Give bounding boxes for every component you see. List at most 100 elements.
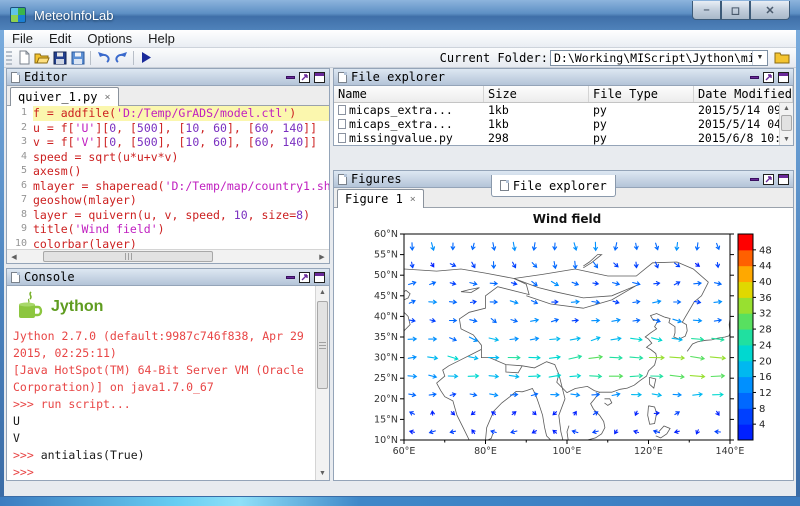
maximize-button[interactable]: ◻ (721, 1, 750, 20)
code-line[interactable]: 1f = addfile('D:/Temp/GrADS/model.ctl') (7, 106, 329, 121)
panel-maximize-icon[interactable] (778, 174, 789, 185)
editor-tab[interactable]: quiver_1.py × (10, 87, 119, 106)
file-explorer-panel-title: File explorer (351, 70, 750, 84)
scrollbar-thumb[interactable] (317, 301, 328, 389)
console-panel: Console Jython Jython 2.7.0 (default:998… (6, 268, 330, 481)
scrollbar-thumb[interactable] (43, 251, 213, 262)
svg-text:55°N: 55°N (374, 250, 398, 261)
panel-float-icon[interactable] (763, 174, 774, 185)
window-title: MeteoInfoLab (34, 8, 114, 23)
current-folder-combobox[interactable]: D:\Working\MIScript\Jython\mis ▼ (550, 50, 768, 66)
code-line[interactable]: 3v = f['V'][0, [500], [10, 60], [60, 140… (7, 135, 329, 150)
column-size[interactable]: Size (484, 86, 589, 102)
svg-text:60°N: 60°N (374, 229, 398, 240)
minimize-button[interactable]: – (692, 1, 721, 20)
document-icon (500, 180, 509, 191)
jython-cup-icon (15, 290, 45, 324)
console-output[interactable]: Jython Jython 2.7.0 (default:9987c746f83… (7, 286, 329, 480)
panel-minimize-icon[interactable] (286, 76, 295, 79)
editor-horizontal-scrollbar[interactable]: ◀ ▶ (7, 249, 329, 263)
tab-file-explorer[interactable]: File explorer (491, 175, 616, 197)
panel-float-icon[interactable] (299, 72, 310, 83)
console-line: V (13, 430, 323, 447)
figure-1-tab[interactable]: Figure 1 × (337, 189, 424, 208)
code-line[interactable]: 8layer = quivern(u, v, speed, 10, size=8… (7, 208, 329, 223)
svg-text:100°E: 100°E (553, 446, 582, 457)
tab-close-icon[interactable]: × (410, 194, 416, 205)
table-row[interactable]: missingvalue.py298py2015/6/8 10:06 (334, 131, 793, 145)
svg-text:10°N: 10°N (374, 435, 398, 446)
document-icon (11, 72, 20, 83)
close-button[interactable]: ✕ (750, 1, 790, 20)
save-as-icon[interactable] (69, 50, 87, 66)
column-date-modified[interactable]: Date Modified (694, 86, 793, 102)
code-line[interactable]: 6mlayer = shaperead('D:/Temp/map/country… (7, 179, 329, 194)
svg-text:24: 24 (759, 340, 772, 351)
code-line[interactable]: 7geoshow(mlayer) (7, 193, 329, 208)
redo-icon[interactable] (112, 50, 130, 66)
column-file-type[interactable]: File Type (589, 86, 694, 102)
scroll-up-icon[interactable]: ▲ (780, 103, 794, 114)
svg-text:8: 8 (759, 404, 765, 415)
code-line[interactable]: 9title('Wind field') (7, 222, 329, 237)
svg-text:48: 48 (759, 245, 772, 256)
new-file-icon[interactable] (15, 50, 33, 66)
scroll-right-icon[interactable]: ▶ (315, 250, 329, 263)
open-file-icon[interactable] (33, 50, 51, 66)
code-line[interactable]: 2u = f['U'][0, [500], [10, 60], [60, 140… (7, 121, 329, 136)
file-icon (338, 105, 346, 115)
file-table-scrollbar[interactable]: ▲ ▼ (779, 103, 793, 145)
column-name[interactable]: Name (334, 86, 484, 102)
scroll-up-icon[interactable]: ▲ (316, 286, 330, 299)
panel-maximize-icon[interactable] (778, 72, 789, 83)
toolbar: Current Folder: D:\Working\MIScript\Jyth… (4, 48, 796, 68)
svg-text:120°E: 120°E (634, 446, 663, 457)
browse-folder-button[interactable] (772, 50, 792, 66)
file-explorer-panel: File explorer Name Size File Type Date M… (333, 68, 794, 146)
svg-text:35°N: 35°N (374, 332, 398, 343)
figures-panel: Figures Figure 1 × Wind field10°N15°N20°… (333, 170, 794, 481)
svg-text:32: 32 (759, 309, 772, 320)
scroll-left-icon[interactable]: ◀ (7, 250, 21, 263)
code-editor[interactable]: 1f = addfile('D:/Temp/GrADS/model.ctl')2… (7, 106, 329, 252)
panel-minimize-icon[interactable] (286, 276, 295, 279)
svg-text:50°N: 50°N (374, 270, 398, 281)
menu-file[interactable]: File (4, 31, 41, 46)
scrollbar-thumb[interactable] (781, 115, 792, 131)
panel-maximize-icon[interactable] (314, 72, 325, 83)
code-line[interactable]: 5axesm() (7, 164, 329, 179)
tab-close-icon[interactable]: × (104, 92, 110, 103)
panel-maximize-icon[interactable] (314, 272, 325, 283)
code-line[interactable]: 4speed = sqrt(u*u+v*v) (7, 150, 329, 165)
document-icon (11, 272, 20, 283)
panel-minimize-icon[interactable] (750, 178, 759, 181)
app-icon (10, 7, 26, 23)
console-vertical-scrollbar[interactable]: ▲ ▼ (315, 286, 329, 480)
console-line: Jython 2.7.0 (default:9987c746f838, Apr … (13, 328, 323, 345)
svg-text:80°E: 80°E (474, 446, 497, 457)
menu-help[interactable]: Help (140, 31, 183, 46)
svg-text:36: 36 (759, 293, 772, 304)
console-line: 2015, 02:25:11) (13, 345, 323, 362)
figure-canvas[interactable]: Wind field10°N15°N20°N25°N30°N35°N40°N45… (334, 208, 793, 480)
chevron-down-icon[interactable]: ▼ (752, 51, 767, 65)
table-row[interactable]: micaps_extra...1kbpy2015/5/14 09:58 (334, 103, 793, 117)
undo-icon[interactable] (94, 50, 112, 66)
editor-panel-header: Editor (7, 69, 329, 86)
file-icon (338, 133, 346, 143)
menu-options[interactable]: Options (79, 31, 140, 46)
panel-float-icon[interactable] (299, 272, 310, 283)
run-script-icon[interactable] (137, 50, 155, 66)
svg-text:28: 28 (759, 325, 772, 336)
console-line: U (13, 413, 323, 430)
menu-edit[interactable]: Edit (41, 31, 79, 46)
console-line: >>> (13, 464, 323, 480)
document-icon (338, 174, 347, 185)
panel-float-icon[interactable] (763, 72, 774, 83)
editor-tab-label: quiver_1.py (18, 90, 97, 104)
scroll-down-icon[interactable]: ▼ (780, 134, 794, 145)
table-row[interactable]: micaps_extra...1kbpy2015/5/14 04:43 (334, 117, 793, 131)
scroll-down-icon[interactable]: ▼ (316, 467, 330, 480)
panel-minimize-icon[interactable] (750, 76, 759, 79)
save-icon[interactable] (51, 50, 69, 66)
